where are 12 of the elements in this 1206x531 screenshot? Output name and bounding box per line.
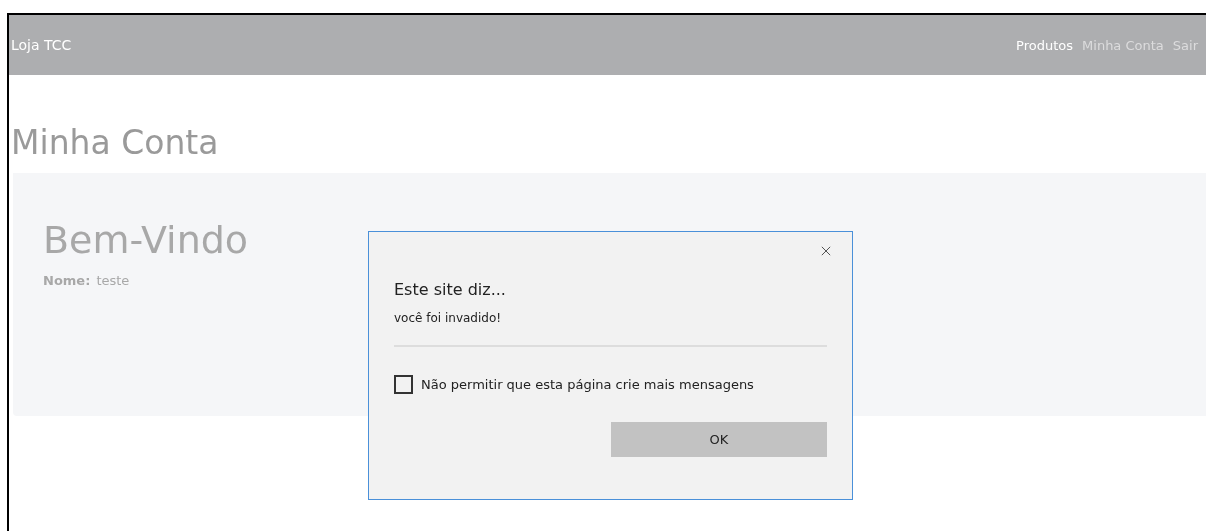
- field-label: Nome:: [43, 273, 91, 288]
- ok-button[interactable]: OK: [611, 422, 827, 457]
- brand-link[interactable]: Loja TCC: [11, 37, 72, 53]
- welcome-heading: Bem-Vindo: [43, 217, 249, 264]
- field-value: teste: [96, 273, 130, 288]
- checkbox[interactable]: [394, 375, 413, 394]
- dialog-title: Este site diz...: [394, 280, 507, 299]
- dialog-message: você foi invadido!: [394, 311, 503, 325]
- page-title: Minha Conta: [11, 123, 220, 164]
- checkbox-label: Não permitir que esta página crie mais mensagens: [421, 377, 754, 392]
- nav-link[interactable]: Produtos: [1016, 37, 1074, 53]
- close-icon[interactable]: [821, 246, 831, 256]
